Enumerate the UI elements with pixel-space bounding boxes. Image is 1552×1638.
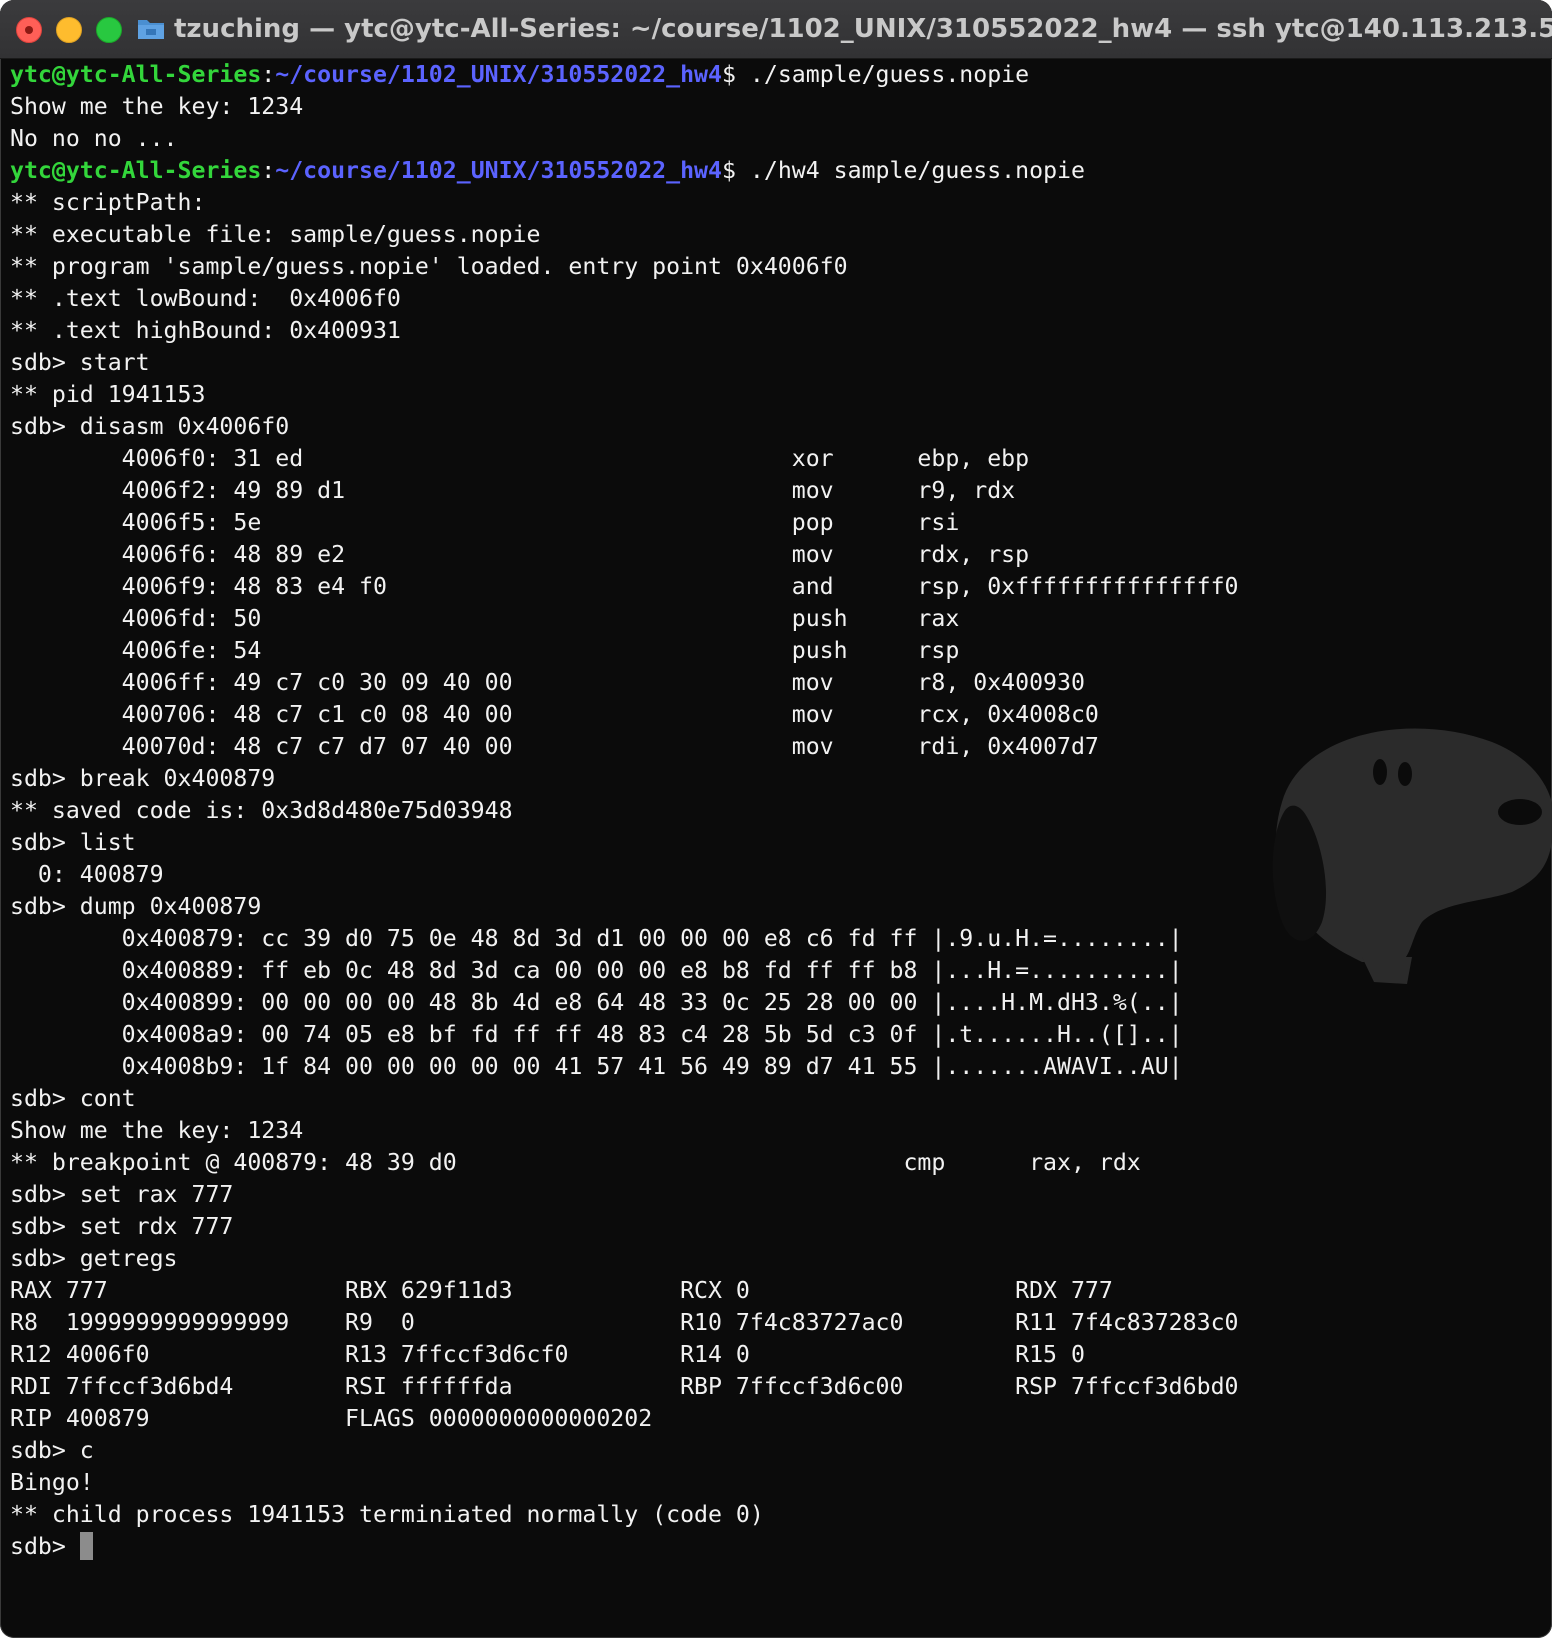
title-bar: tzuching — ytc@ytc-All-Series: ~/course/… — [0, 0, 1552, 59]
output-line: ** pid 1941153 — [10, 381, 206, 408]
register-line: RIP 400879 FLAGS 0000000000000202 — [10, 1405, 653, 1432]
output-line: ** breakpoint @ 400879: 48 39 d0 cmp rax… — [10, 1149, 1141, 1176]
current-prompt-line[interactable]: sdb> — [10, 1531, 1552, 1563]
sdb-command-line: sdb> set rdx 777 — [10, 1213, 234, 1240]
prompt-line: ytc@ytc-All-Series:~/course/1102_UNIX/31… — [10, 61, 1030, 88]
disasm-line: 4006fe: 54 push rsp — [10, 637, 960, 664]
register-line: R12 4006f0 R13 7ffccf3d6cf0 R14 0 R15 0 — [10, 1341, 1085, 1368]
disasm-line: 4006f0: 31 ed xor ebp, ebp — [10, 445, 1030, 472]
register-line: RAX 777 RBX 629f11d3 RCX 0 RDX 777 — [10, 1277, 1113, 1304]
disasm-line: 4006f2: 49 89 d1 mov r9, rdx — [10, 477, 1016, 504]
minimize-window-button[interactable] — [56, 17, 82, 43]
text-cursor — [79, 1532, 93, 1560]
output-line: ** program 'sample/guess.nopie' loaded. … — [10, 253, 848, 280]
prompt-path: ~/course/1102_UNIX/310552022_hw4 — [275, 157, 722, 184]
disasm-line: 4006f5: 5e pop rsi — [10, 509, 960, 536]
close-window-button[interactable] — [16, 17, 42, 43]
disasm-line: 4006f9: 48 83 e4 f0 and rsp, 0xfffffffff… — [10, 573, 1239, 600]
window-title: tzuching — ytc@ytc-All-Series: ~/course/… — [174, 14, 1552, 44]
sdb-prompt: sdb> — [10, 1533, 80, 1560]
sdb-command-line: sdb> disasm 0x4006f0 — [10, 413, 290, 440]
disasm-line: 4006fd: 50 push rax — [10, 605, 960, 632]
output-line: Bingo! — [10, 1469, 94, 1496]
output-line: No no no ... — [10, 125, 178, 152]
sdb-command-line: sdb> start — [10, 349, 150, 376]
prompt-path: ~/course/1102_UNIX/310552022_hw4 — [275, 61, 722, 88]
register-line: RDI 7ffccf3d6bd4 RSI ffffffda RBP 7ffccf… — [10, 1373, 1239, 1400]
output-line: Show me the key: 1234 — [10, 1117, 304, 1144]
output-line: Show me the key: 1234 — [10, 93, 304, 120]
command-text: $ ./sample/guess.nopie — [721, 61, 1030, 88]
prompt-line: ytc@ytc-All-Series:~/course/1102_UNIX/31… — [10, 157, 1085, 184]
sdb-command-line: sdb> c — [10, 1437, 94, 1464]
dump-line: 0x4008b9: 1f 84 00 00 00 00 00 41 57 41 … — [10, 1053, 1183, 1080]
sdb-command-line: sdb> getregs — [10, 1245, 178, 1272]
snoopy-background-image — [1272, 728, 1552, 984]
output-line: ** .text highBound: 0x400931 — [10, 317, 401, 344]
prompt-user: ytc@ytc-All-Series — [10, 61, 262, 88]
zoom-window-button[interactable] — [96, 17, 122, 43]
disasm-line: 4006ff: 49 c7 c0 30 09 40 00 mov r8, 0x4… — [10, 669, 1085, 696]
folder-icon — [138, 20, 164, 39]
output-line: ** .text lowBound: 0x4006f0 — [10, 285, 401, 312]
output-line: ** child process 1941153 terminiated nor… — [10, 1501, 764, 1528]
terminal-window: tzuching — ytc@ytc-All-Series: ~/course/… — [0, 0, 1552, 1638]
register-line: R8 1999999999999999 R9 0 R10 7f4c83727ac… — [10, 1309, 1239, 1336]
disasm-line: 4006f6: 48 89 e2 mov rdx, rsp — [10, 541, 1030, 568]
sdb-command-line: sdb> set rax 777 — [10, 1181, 234, 1208]
prompt-user: ytc@ytc-All-Series — [10, 157, 262, 184]
dump-line: 0x4008a9: 00 74 05 e8 bf fd ff ff 48 83 … — [10, 1021, 1183, 1048]
sdb-command-line: sdb> cont — [10, 1085, 136, 1112]
command-text: $ ./hw4 sample/guess.nopie — [721, 157, 1085, 184]
output-line: ** executable file: sample/guess.nopie — [10, 221, 541, 248]
output-line: ** scriptPath: — [10, 189, 206, 216]
